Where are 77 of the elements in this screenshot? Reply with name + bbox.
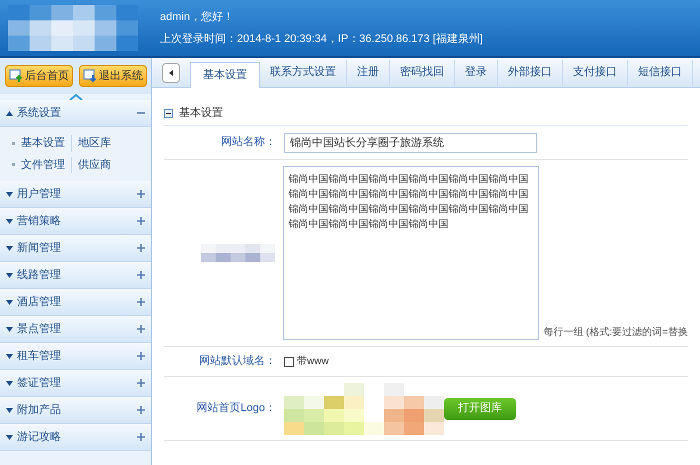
tab[interactable]: 外部接口: [498, 60, 563, 86]
caret-down-icon: [6, 408, 13, 412]
plus-icon: [137, 190, 145, 198]
plus-icon: [137, 271, 145, 279]
tab[interactable]: 注册: [347, 60, 390, 86]
section-label: 附加产品: [17, 402, 62, 418]
caret-down-icon: [6, 434, 13, 440]
tab[interactable]: 短信接口: [628, 60, 693, 86]
section-label: 营销策略: [17, 214, 62, 229]
plus-icon: [137, 406, 145, 414]
sidebar-section[interactable]: 租车管理: [0, 343, 151, 370]
sidebar-section[interactable]: 线路管理: [0, 262, 151, 289]
caret-down-icon: [6, 380, 13, 386]
section-label: 景点管理: [17, 322, 62, 337]
plus-icon: [137, 298, 145, 306]
home-button[interactable]: 后台首页: [5, 65, 73, 87]
minus-icon: [137, 109, 145, 117]
sidebar-link[interactable]: 供应商: [78, 158, 111, 170]
scroll-left-button[interactable]: [162, 63, 180, 83]
plus-icon: [137, 379, 145, 387]
bullet-icon: [12, 163, 15, 166]
plus-icon: [137, 244, 145, 252]
tab[interactable]: 密码找回: [390, 60, 455, 86]
caret-down-icon: [6, 300, 13, 304]
tab[interactable]: 登录: [455, 60, 498, 86]
site-name-field[interactable]: 锦尚中国站长分享圈子旅游系统: [284, 132, 537, 152]
caret-down-icon: [6, 272, 13, 278]
sidebar-section[interactable]: 游记攻略: [0, 424, 151, 451]
logout-button[interactable]: 退出系统: [79, 65, 147, 87]
caret-down-icon: [6, 218, 13, 224]
plus-icon: [137, 217, 145, 225]
upload-icon: [9, 69, 23, 83]
tab[interactable]: 基本设置: [190, 62, 260, 88]
collapse-box-icon: [164, 109, 173, 118]
sidebar-section[interactable]: 酒店管理: [0, 289, 151, 316]
caret-down-icon: [6, 326, 13, 332]
section-label: 系统设置: [17, 106, 62, 121]
www-checkbox[interactable]: [284, 356, 294, 366]
collapse-icon: [68, 94, 82, 100]
sidebar-section[interactable]: 景点管理: [0, 316, 151, 343]
section-label: 新闻管理: [17, 240, 62, 256]
last-login-text: 上次登录时间：2014-8-1 20:39:34，IP：36.250.86.173 [福建泉州]: [160, 32, 483, 47]
field-label: 网站首页Logo：: [196, 401, 277, 416]
caret-up-icon: [6, 110, 13, 116]
tab[interactable]: 支付接口: [563, 60, 628, 86]
section-label: 酒店管理: [17, 294, 62, 310]
sidebar-section[interactable]: 签证管理: [0, 370, 151, 397]
field-label: 网站名称：: [220, 135, 277, 150]
plus-icon: [137, 433, 145, 441]
section-label: 租车管理: [17, 348, 62, 364]
sidebar-section[interactable]: 用户管理: [0, 181, 151, 208]
sidebar-link[interactable]: 地区库: [78, 137, 111, 149]
plus-icon: [137, 325, 145, 333]
caret-down-icon: [6, 354, 13, 358]
sidebar-section[interactable]: 附加产品: [0, 397, 151, 424]
section-label: 游记攻略: [17, 430, 62, 445]
sidebar-section[interactable]: 新闻管理: [0, 235, 151, 262]
sidebar-link[interactable]: 文件管理: [21, 156, 65, 173]
greeting-text: admin，您好！: [160, 10, 235, 24]
filter-words-field[interactable]: 锦尚中国锦尚中国锦尚中国锦尚中国锦尚中国锦尚中国锦尚中国锦尚中国锦尚中国锦尚中国锦尚中国锦尚中国锦尚中国锦尚中国锦尚中国锦尚中国锦尚中国锦尚中国锦尚中国锦尚中国锦尚中国锦尚中国: [282, 166, 540, 340]
caret-down-icon: [6, 246, 13, 250]
field-label: 网站默认域名：: [198, 354, 277, 370]
download-icon: [83, 69, 97, 83]
bullet-icon: [12, 142, 15, 145]
sidebar-link[interactable]: 基本设置: [21, 135, 65, 152]
tab[interactable]: 联系方式设置: [260, 60, 347, 86]
sidebar-section[interactable]: 系统设置: [0, 100, 151, 127]
hint-text: 每行一组 (格式:要过滤的词=替换: [543, 326, 688, 340]
section-title: 基本设置: [179, 106, 223, 122]
section-label: 签证管理: [17, 376, 62, 391]
section-label: 用户管理: [17, 186, 62, 202]
sidebar-section[interactable]: 营销策略: [0, 208, 151, 235]
plus-icon: [137, 352, 145, 360]
section-label: 线路管理: [17, 268, 62, 283]
caret-down-icon: [6, 192, 13, 196]
checkbox-label: 带www: [297, 354, 329, 369]
caret-left-icon: [169, 70, 173, 76]
